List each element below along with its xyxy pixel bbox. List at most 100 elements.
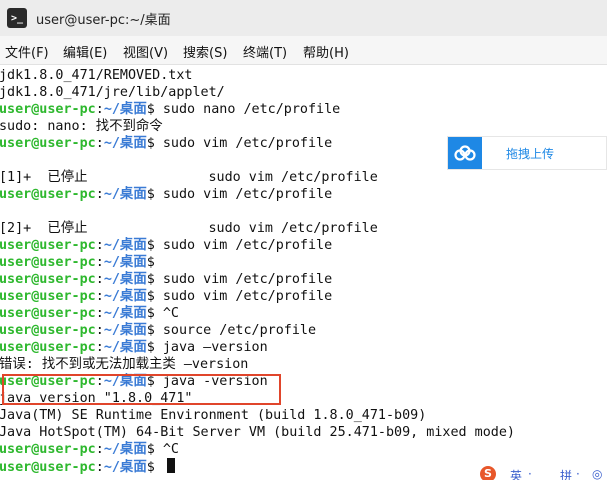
prompt-path: ~/桌面	[103, 136, 147, 151]
prompt-path: ~/桌面	[103, 323, 147, 338]
upload-label: 拖拽上传	[506, 147, 555, 161]
prompt-user: user@user-pc	[0, 187, 96, 202]
prompt-path: ~/桌面	[103, 306, 147, 321]
prompt-symbol: $	[146, 255, 163, 270]
prompt-symbol: $	[146, 460, 163, 475]
prompt-user: user@user-pc	[0, 306, 96, 321]
prompt-user: user@user-pc	[0, 102, 96, 117]
terminal-line: user@user-pc:~/桌面$ sudo vim /etc/profile	[0, 135, 332, 152]
prompt-path: ~/桌面	[103, 272, 147, 287]
prompt-path: ~/桌面	[103, 187, 147, 202]
terminal-line: user@user-pc:~/桌面$ source /etc/profile	[0, 322, 316, 339]
command-text: sudo vim /etc/profile	[162, 136, 333, 151]
prompt-symbol: $	[146, 340, 163, 355]
prompt-sep: :	[95, 136, 104, 151]
output-text: jdk1.8.0_471/jre/lib/applet/	[0, 85, 225, 100]
prompt-sep: :	[95, 238, 104, 253]
output-text: [2]+ 已停止 sudo vim /etc/profile	[0, 221, 378, 236]
output-text: Java HotSpot(TM) 64-Bit Server VM (build…	[0, 425, 515, 440]
terminal-line: user@user-pc:~/桌面$ ^C	[0, 305, 179, 322]
cloud-icon	[448, 137, 482, 169]
prompt-sep: :	[95, 306, 104, 321]
prompt-path: ~/桌面	[103, 102, 147, 117]
prompt-symbol: $	[146, 238, 163, 253]
ime-lang[interactable]: 英	[510, 467, 522, 480]
prompt-path: ~/桌面	[103, 255, 147, 270]
prompt-symbol: $	[146, 442, 163, 457]
output-text: Java(TM) SE Runtime Environment (build 1…	[0, 408, 427, 423]
prompt-sep: :	[95, 340, 104, 355]
prompt-symbol: $	[146, 102, 163, 117]
prompt-sep: :	[95, 187, 104, 202]
command-text: java -version	[162, 374, 268, 389]
prompt-path: ~/桌面	[103, 238, 147, 253]
command-text: sudo vim /etc/profile	[162, 289, 333, 304]
command-text: ^C	[162, 306, 179, 321]
command-text: source /etc/profile	[162, 323, 317, 338]
ime-dot: ·	[528, 467, 532, 480]
menu-bar: 文件(F) 编辑(E) 视图(V) 搜索(S) 终端(T) 帮助(H)	[0, 36, 607, 65]
terminal-line: user@user-pc:~/桌面$ ^C	[0, 441, 179, 458]
command-text: java —version	[162, 340, 268, 355]
prompt-sep: :	[95, 442, 104, 457]
prompt-sep: :	[95, 102, 104, 117]
prompt-path: ~/桌面	[103, 460, 147, 475]
upload-widget[interactable]: 拖拽上传	[447, 136, 607, 170]
ime-toolbar[interactable]: S 英 · 拼 · ◎	[476, 462, 607, 480]
ime-pinyin[interactable]: 拼	[560, 467, 572, 480]
terminal-line: 错误: 找不到或无法加载主类 —version	[0, 356, 248, 373]
output-text: sudo: nano: 找不到命令	[0, 119, 163, 134]
terminal-line: user@user-pc:~/桌面$ sudo vim /etc/profile	[0, 288, 332, 305]
prompt-sep: :	[95, 255, 104, 270]
terminal-output[interactable]: jdk1.8.0_471/REMOVED.txt jdk1.8.0_471/jre…	[0, 65, 607, 480]
ime-settings-icon[interactable]: ◎	[592, 467, 602, 480]
terminal-line: user@user-pc:~/桌面$ java —version	[0, 339, 268, 356]
menu-edit[interactable]: 编辑(E)	[63, 42, 107, 61]
prompt-symbol: $	[146, 187, 163, 202]
output-text: java version "1.8.0_471"	[0, 391, 193, 406]
prompt-path: ~/桌面	[103, 340, 147, 355]
command-text: sudo vim /etc/profile	[162, 272, 333, 287]
prompt-sep: :	[95, 289, 104, 304]
output-text: [1]+ 已停止 sudo vim /etc/profile	[0, 170, 378, 185]
terminal-line: user@user-pc:~/桌面$ sudo nano /etc/profil…	[0, 101, 340, 118]
prompt-user: user@user-pc	[0, 340, 96, 355]
prompt-path: ~/桌面	[103, 374, 147, 389]
terminal-line: user@user-pc:~/桌面$ sudo vim /etc/profile	[0, 237, 332, 254]
prompt-user: user@user-pc	[0, 460, 96, 475]
prompt-sep: :	[95, 323, 104, 338]
prompt-symbol: $	[146, 323, 163, 338]
prompt-sep: :	[95, 460, 104, 475]
prompt-symbol: $	[146, 136, 163, 151]
prompt-user: user@user-pc	[0, 238, 96, 253]
terminal-line: user@user-pc:~/桌面$ sudo vim /etc/profile	[0, 186, 332, 203]
output-text: 错误: 找不到或无法加载主类 —version	[0, 357, 249, 372]
window-title: user@user-pc:~/桌面	[36, 13, 171, 28]
prompt-symbol: $	[146, 272, 163, 287]
menu-search[interactable]: 搜索(S)	[183, 42, 227, 61]
prompt-user: user@user-pc	[0, 374, 96, 389]
menu-terminal[interactable]: 终端(T)	[243, 42, 287, 61]
prompt-sep: :	[95, 374, 104, 389]
window-titlebar: >_ user@user-pc:~/桌面	[0, 0, 607, 36]
command-text: sudo nano /etc/profile	[162, 102, 341, 117]
terminal-line: java version "1.8.0_471"	[0, 390, 192, 407]
prompt-symbol: $	[146, 306, 163, 321]
menu-view[interactable]: 视图(V)	[123, 42, 168, 61]
ime-logo-icon: S	[480, 466, 496, 480]
terminal-line: Java HotSpot(TM) 64-Bit Server VM (build…	[0, 424, 515, 441]
terminal-icon: >_	[7, 8, 27, 28]
terminal-line: user@user-pc:~/桌面$	[0, 458, 175, 475]
prompt-user: user@user-pc	[0, 255, 96, 270]
menu-file[interactable]: 文件(F)	[5, 42, 49, 61]
terminal-line: Java(TM) SE Runtime Environment (build 1…	[0, 407, 426, 424]
command-text: sudo vim /etc/profile	[162, 187, 333, 202]
menu-help[interactable]: 帮助(H)	[303, 42, 349, 61]
terminal-line: jdk1.8.0_471/jre/lib/applet/	[0, 84, 225, 101]
prompt-path: ~/桌面	[103, 442, 147, 457]
terminal-line: sudo: nano: 找不到命令	[0, 118, 163, 135]
prompt-symbol: $	[146, 289, 163, 304]
text-cursor	[166, 458, 175, 473]
command-text: sudo vim /etc/profile	[162, 238, 333, 253]
terminal-line: user@user-pc:~/桌面$ sudo vim /etc/profile	[0, 271, 332, 288]
